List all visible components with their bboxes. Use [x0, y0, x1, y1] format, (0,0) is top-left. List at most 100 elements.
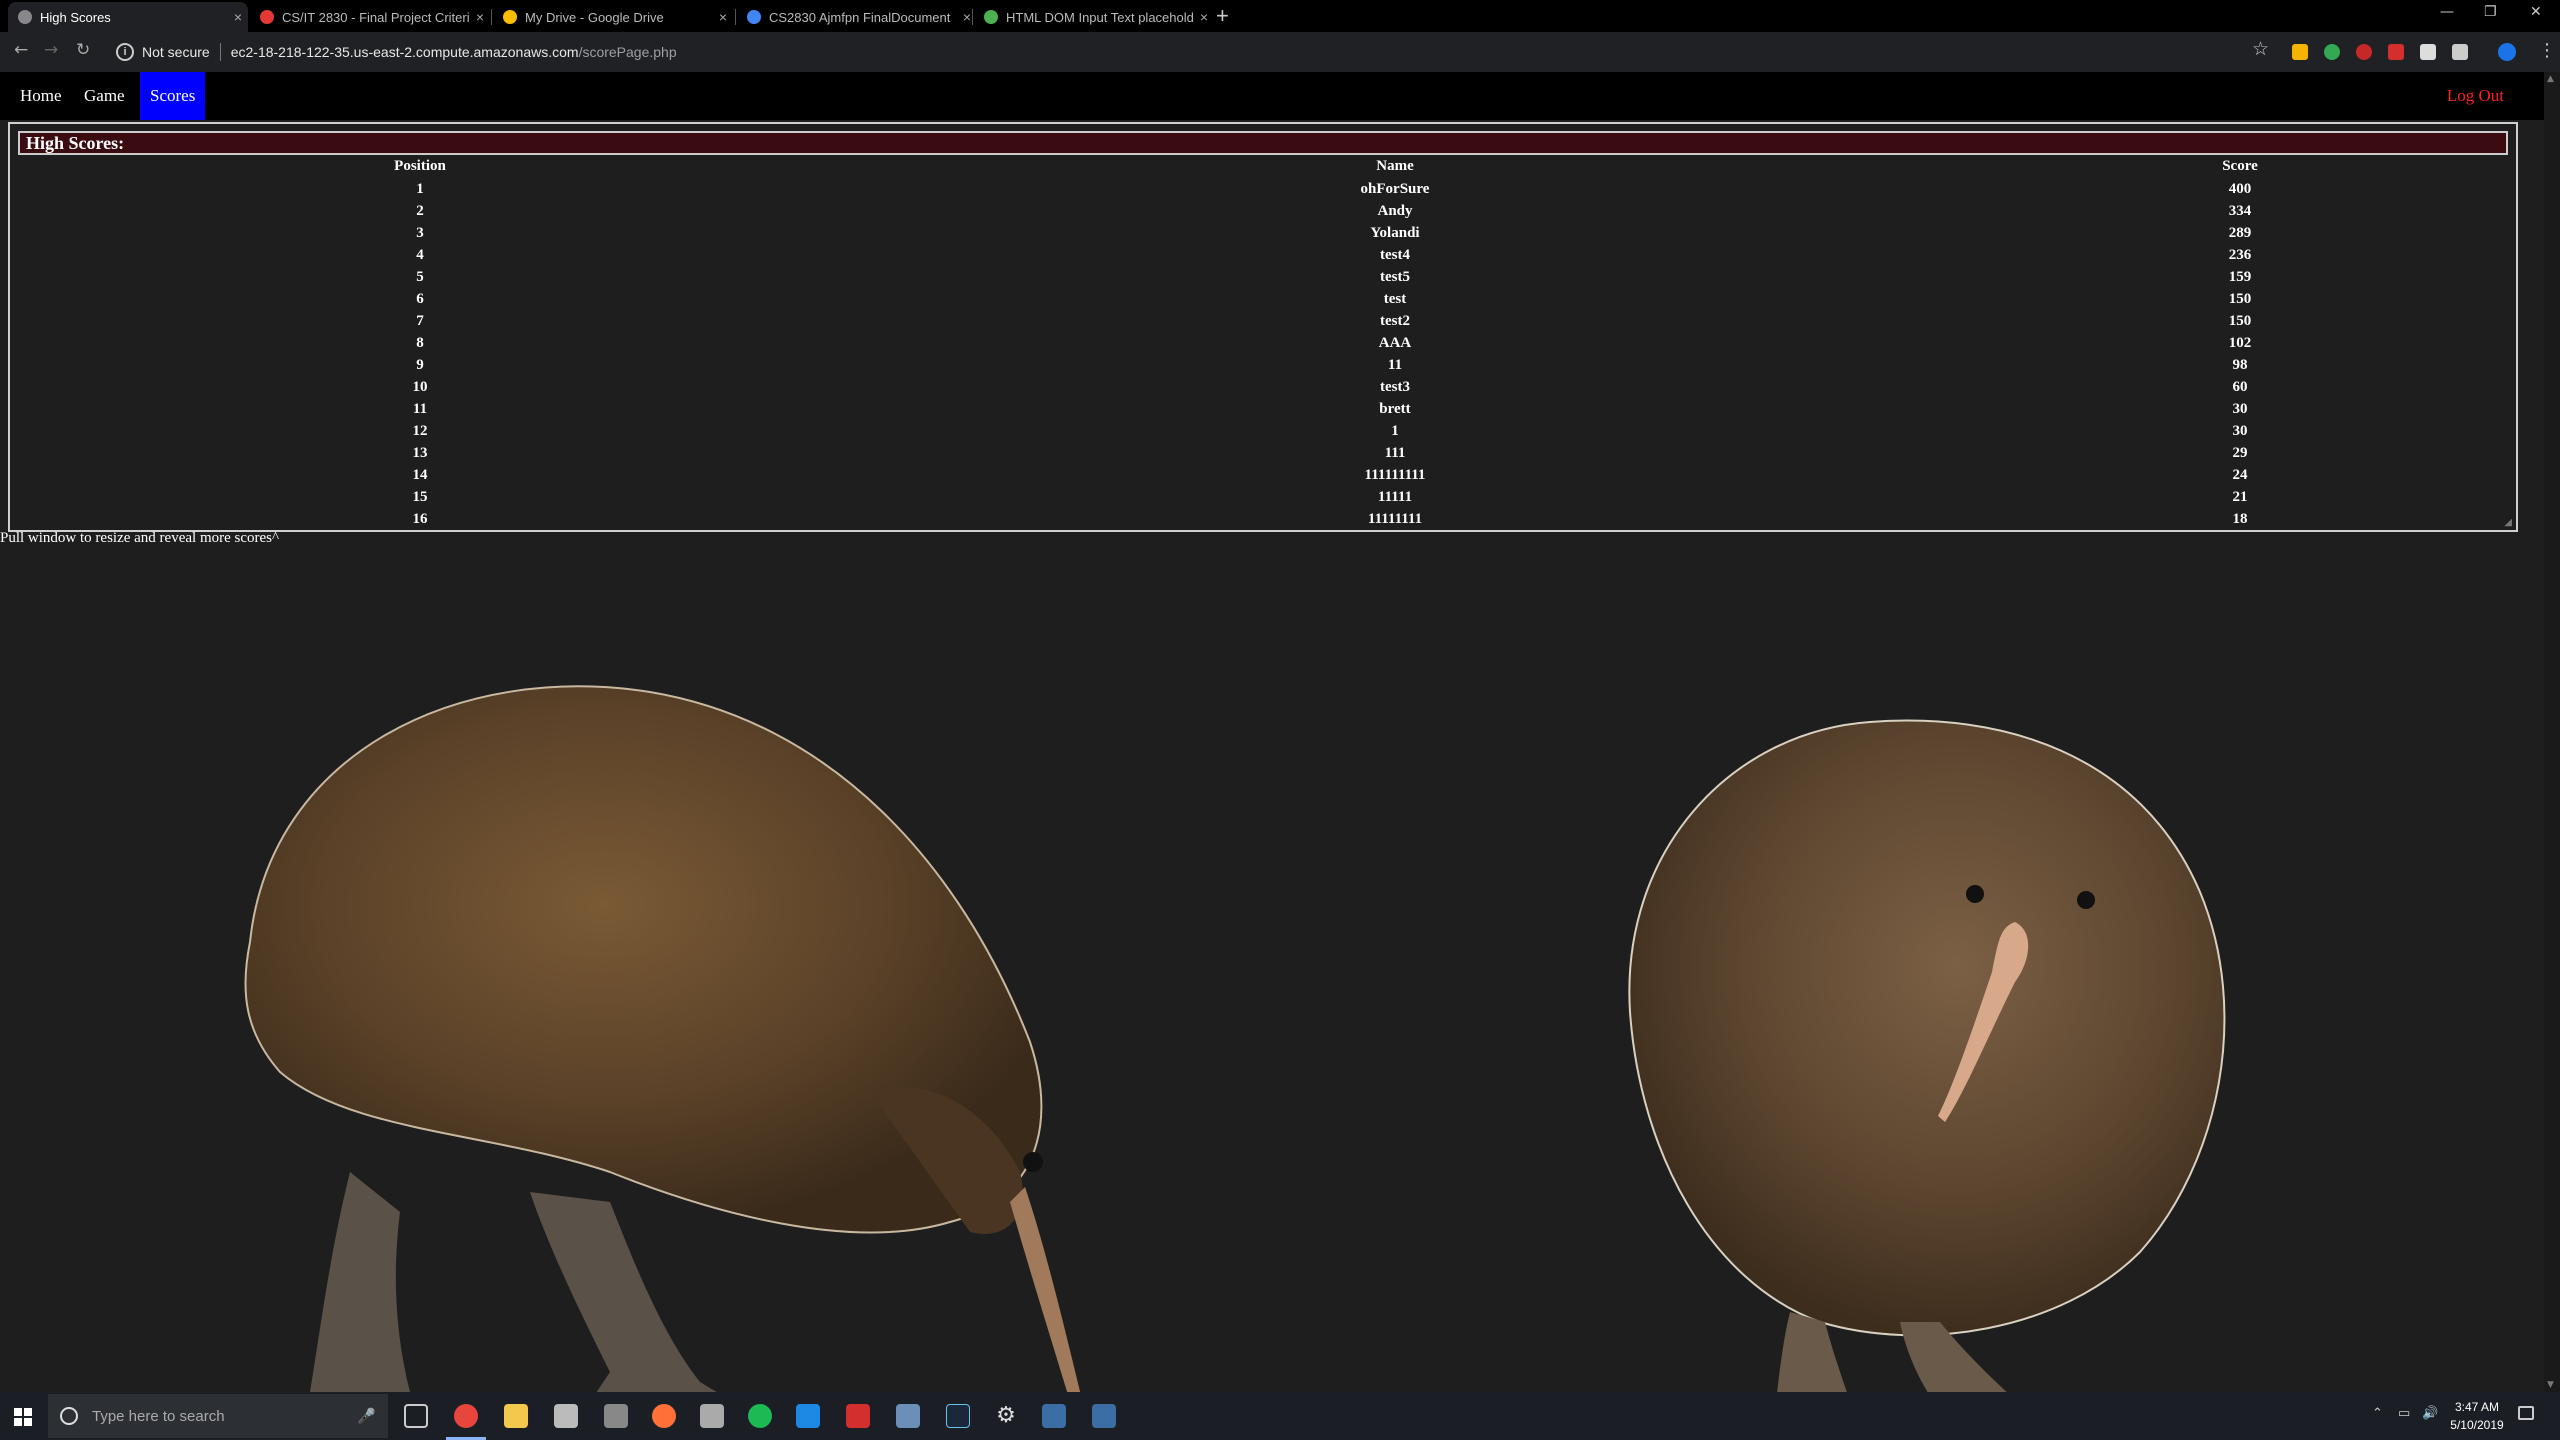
app-icon[interactable]: [796, 1404, 820, 1428]
extension-icon[interactable]: [2420, 44, 2436, 60]
reload-icon[interactable]: ↻: [76, 40, 90, 60]
network-icon[interactable]: ▭: [2398, 1406, 2410, 1421]
nav-scores-link[interactable]: Scores: [140, 72, 206, 120]
score-cell-position: 13: [412, 445, 428, 461]
address-bar[interactable]: i Not secure ec2-18-218-122-35.us-east-2…: [104, 36, 2274, 68]
nav-home-link[interactable]: Home: [10, 72, 72, 120]
resize-grip-icon[interactable]: ◢: [2504, 517, 2512, 528]
browser-tab[interactable]: High Scores ×: [8, 2, 248, 32]
spotify-icon[interactable]: [748, 1404, 772, 1428]
visual-studio-icon[interactable]: [1092, 1404, 1116, 1428]
table-row: 3 Yolandi 289: [10, 222, 2516, 244]
score-cell-score: 21: [2232, 489, 2248, 505]
profile-avatar-icon[interactable]: [2498, 43, 2516, 61]
minimize-icon[interactable]: —: [2440, 4, 2454, 20]
browser-tab[interactable]: CS2830 Ajmfpn FinalDocument ×: [737, 2, 977, 32]
adblock-icon[interactable]: [2388, 44, 2404, 60]
tab-close-icon[interactable]: ×: [1194, 9, 1214, 25]
bookmark-star-icon[interactable]: ☆: [2252, 38, 2269, 60]
score-cell-score: 150: [2228, 291, 2252, 307]
score-cell-name: Yolandi: [1370, 225, 1420, 241]
visual-studio-icon[interactable]: [1042, 1404, 1066, 1428]
nav-game-link[interactable]: Game: [74, 72, 135, 120]
firefox-icon[interactable]: [652, 1404, 676, 1428]
logout-link[interactable]: Log Out: [2447, 72, 2504, 120]
forward-icon[interactable]: →: [44, 40, 58, 60]
score-cell-name: AAA: [1378, 335, 1412, 351]
filezilla-icon[interactable]: [846, 1404, 870, 1428]
score-cell-name: 1: [1391, 423, 1399, 439]
notifications-icon[interactable]: [2518, 1406, 2534, 1420]
score-cell-score: 24: [2232, 467, 2248, 483]
tab-separator: [491, 9, 492, 25]
scroll-down-icon[interactable]: ▼: [2547, 1380, 2554, 1390]
score-header: Score: [2222, 158, 2258, 174]
settings-gear-icon[interactable]: ⚙: [994, 1404, 1018, 1428]
steam-icon[interactable]: [946, 1404, 970, 1428]
score-cell-name: test5: [1380, 269, 1410, 285]
windows-start-icon[interactable]: [14, 1408, 32, 1426]
tab-close-icon[interactable]: ×: [713, 9, 733, 25]
browser-tab[interactable]: My Drive - Google Drive ×: [493, 2, 733, 32]
tray-chevron-icon[interactable]: ⌃: [2372, 1406, 2383, 1421]
chrome-icon[interactable]: [454, 1404, 478, 1428]
taskbar-search-placeholder: Type here to search: [92, 1407, 225, 1425]
mail-icon[interactable]: [554, 1404, 578, 1428]
info-icon[interactable]: i: [116, 43, 134, 61]
menu-kebab-icon[interactable]: ⋮: [2538, 40, 2556, 61]
score-cell-position: 4: [416, 247, 424, 263]
ublock-icon[interactable]: [2356, 44, 2372, 60]
extension-icon[interactable]: [2324, 44, 2340, 60]
browser-tab[interactable]: CS/IT 2830 - Final Project Criteria ×: [250, 2, 490, 32]
taskbar-search-box[interactable]: Type here to search 🎤: [48, 1394, 388, 1438]
back-icon[interactable]: ←: [14, 40, 28, 60]
app-icon[interactable]: [896, 1404, 920, 1428]
scroll-up-icon[interactable]: ▲: [2547, 74, 2554, 84]
url-host[interactable]: ec2-18-218-122-35.us-east-2.compute.amaz…: [231, 44, 579, 60]
tab-close-icon[interactable]: ×: [470, 9, 490, 25]
tab-favicon-icon: [747, 10, 761, 24]
close-window-icon[interactable]: ✕: [2530, 4, 2542, 20]
address-divider: [219, 43, 221, 61]
tab-title: My Drive - Google Drive: [525, 9, 664, 25]
score-cell-name: brett: [1379, 401, 1411, 417]
taskbar-clock[interactable]: 3:47 AM 5/10/2019: [2442, 1398, 2512, 1434]
app-icon[interactable]: [604, 1404, 628, 1428]
score-cell-position: 1: [416, 181, 424, 197]
extension-icon[interactable]: [2292, 44, 2308, 60]
volume-icon[interactable]: 🔊: [2422, 1406, 2438, 1421]
table-row: 14 111111111 24: [10, 464, 2516, 486]
score-cell-name: 11111111: [1367, 511, 1423, 527]
score-cell-name: test4: [1380, 247, 1410, 263]
tab-close-icon[interactable]: ×: [228, 9, 248, 25]
microphone-icon[interactable]: 🎤: [357, 1407, 376, 1425]
table-row: 16 11111111 18: [10, 508, 2516, 530]
clock-date: 5/10/2019: [2450, 1418, 2504, 1432]
kiwi-bird-left-image: [244, 685, 1081, 1392]
score-cell-position: 14: [412, 467, 428, 483]
restore-icon[interactable]: ❐: [2484, 4, 2497, 20]
tab-title: High Scores: [40, 9, 111, 25]
score-cell-position: 5: [416, 269, 424, 285]
app-icon[interactable]: [700, 1404, 724, 1428]
table-row: 4 test4 236: [10, 244, 2516, 266]
high-scores-panel[interactable]: High Scores: Position Name Score 1 ohForS…: [8, 122, 2518, 532]
score-cell-score: 159: [2228, 269, 2252, 285]
browser-tab[interactable]: HTML DOM Input Text placeholder ×: [974, 2, 1214, 32]
score-cell-name: 11111: [1377, 489, 1413, 505]
page-scrollbar[interactable]: [2544, 72, 2560, 1392]
table-row: 1 ohForSure 400: [10, 178, 2516, 200]
security-label[interactable]: Not secure: [142, 44, 210, 60]
task-view-icon[interactable]: [404, 1404, 428, 1428]
score-cell-name: test2: [1380, 313, 1410, 329]
extension-icon[interactable]: [2452, 44, 2468, 60]
table-row: 2 Andy 334: [10, 200, 2516, 222]
new-tab-button[interactable]: +: [1216, 3, 1229, 29]
score-cell-name: 111: [1384, 445, 1406, 461]
file-explorer-icon[interactable]: [504, 1404, 528, 1428]
name-header: Name: [1376, 158, 1414, 174]
web-page: Home Game Scores Log Out High Scores: Po…: [0, 72, 2544, 1392]
score-cell-position: 8: [416, 335, 424, 351]
table-row: 11 brett 30: [10, 398, 2516, 420]
url-path[interactable]: /scorePage.php: [579, 44, 677, 60]
